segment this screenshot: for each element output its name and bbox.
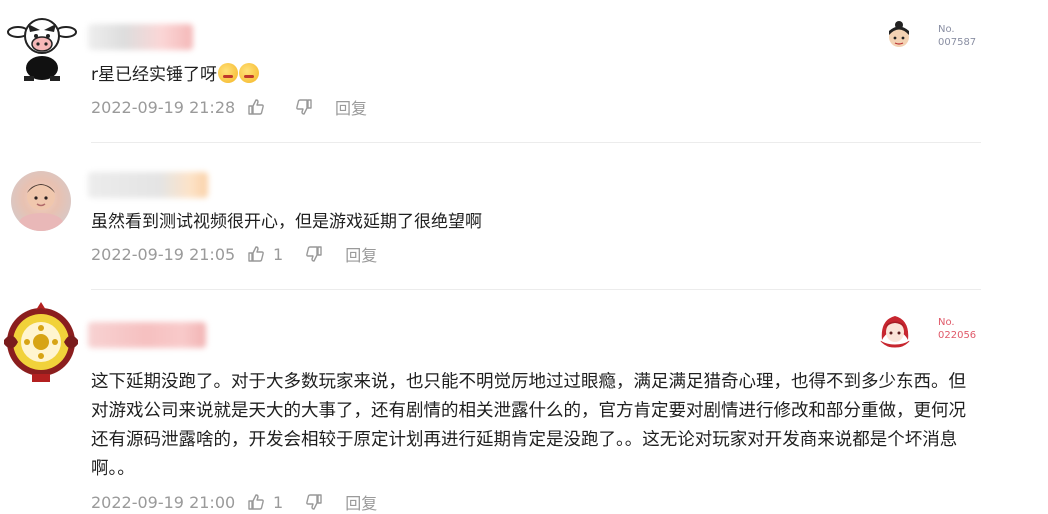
user-number-badge: No. 007587 [938,24,977,48]
comment-meta: 2022-09-19 21:28 回复 [91,95,389,119]
comment-time: 2022-09-19 21:00 [91,492,236,512]
username-blurred[interactable] [88,322,206,348]
thumbs-down-icon [296,99,312,115]
like-button[interactable]: 1 [247,245,283,264]
reply-button[interactable]: 回复 [345,242,377,266]
comment-text: r星已经实锤了呀 [91,61,259,89]
like-count: 1 [273,492,284,512]
comment-time: 2022-09-19 21:05 [91,244,236,264]
thumbs-up-icon [248,494,264,510]
comment-meta: 2022-09-19 21:05 1 回复 [91,242,399,266]
thumbs-up-icon [248,99,264,115]
comment-text: 虽然看到测试视频很开心，但是游戏延期了很绝望啊 [91,212,482,232]
character-badge-icon [889,21,909,47]
comment-text: 这下延期没跑了。对于大多数玩家来说，也只能不明觉厉地过过眼瘾，满足满足猎奇心理，… [91,372,966,479]
divider [91,289,981,290]
dislike-button[interactable] [305,493,323,511]
username-blurred[interactable] [88,172,208,198]
reply-button[interactable]: 回复 [335,95,367,119]
thumbs-down-icon [306,246,322,262]
facepalm-emoji-icon [239,63,259,83]
dislike-button[interactable] [305,245,323,263]
red-hair-character-badge-icon [879,316,911,348]
badge-avatar [876,310,914,348]
ornate-frame-avatar-icon [4,302,78,382]
like-button[interactable] [247,98,273,116]
user-number-badge: No. 022056 [938,317,977,341]
facepalm-emoji-icon [218,63,238,83]
user-avatar[interactable] [6,10,78,82]
divider [91,142,981,143]
cow-avatar-icon [7,18,77,81]
thumbs-up-icon [248,246,264,262]
username-blurred[interactable] [88,24,193,50]
badge-avatar [884,20,914,50]
dislike-button[interactable] [295,98,313,116]
baby-photo-icon [19,184,63,231]
like-button[interactable]: 1 [247,493,283,512]
comment-time: 2022-09-19 21:28 [91,97,236,117]
thumbs-down-icon [306,494,322,510]
reply-button[interactable]: 回复 [345,490,377,514]
user-avatar[interactable] [2,300,80,384]
comment-meta: 2022-09-19 21:00 1 回复 [91,490,399,514]
like-count: 1 [273,244,284,264]
user-avatar[interactable] [11,171,71,231]
